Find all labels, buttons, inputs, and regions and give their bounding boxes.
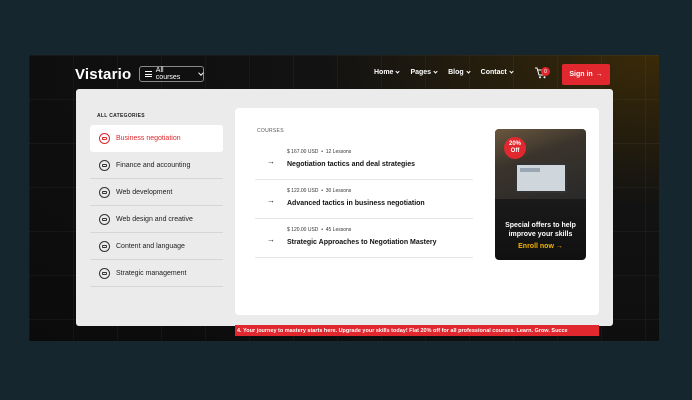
nav-label: Home — [374, 69, 394, 76]
arrow-right-icon: → — [595, 71, 603, 78]
courses-card: COURSES → $ 167.00 USD • 12 Lessons Nego… — [235, 108, 599, 315]
design-icon — [99, 213, 110, 225]
category-label: Finance and accounting — [116, 161, 191, 169]
finance-icon — [99, 159, 110, 171]
main-nav: Home Pages Blog Contact — [374, 69, 514, 76]
laptop-image — [515, 163, 567, 193]
course-title: Advanced tactics in business negotiation — [287, 200, 425, 207]
handshake-icon — [99, 132, 110, 144]
category-label: Strategic management — [116, 269, 187, 277]
course-meta: $ 167.00 USD • 12 Lessons — [287, 149, 352, 155]
category-item-content-language[interactable]: Content and language — [90, 233, 223, 260]
course-item[interactable]: → $ 122.00 USD • 30 Lessons Advanced tac… — [255, 181, 473, 219]
all-courses-label: All courses — [155, 67, 181, 81]
chevron-down-icon — [466, 69, 471, 74]
arrow-right-icon: → — [267, 196, 275, 205]
course-meta: $ 120.00 USD • 45 Lessons — [287, 227, 352, 233]
category-item-strategic-management[interactable]: Strategic management — [90, 260, 223, 287]
category-item-web-design[interactable]: Web design and creative — [90, 206, 223, 233]
category-label: Business negotiation — [116, 134, 181, 142]
management-icon — [99, 267, 110, 279]
category-label: Web development — [116, 188, 173, 196]
discount-badge: 20% Off — [504, 137, 526, 159]
arrow-right-icon: → — [267, 157, 275, 166]
course-title: Strategic Approaches to Negotiation Mast… — [287, 239, 437, 246]
course-title: Negotiation tactics and deal strategies — [287, 161, 415, 168]
category-item-web-development[interactable]: Web development — [90, 179, 223, 206]
site-logo[interactable]: Vistario — [75, 66, 131, 83]
category-list: Business negotiation Finance and account… — [90, 125, 223, 287]
category-label: Content and language — [116, 242, 185, 250]
nav-item-pages[interactable]: Pages — [410, 69, 438, 76]
menu-icon — [145, 71, 152, 77]
sign-in-label: Sign in — [569, 71, 593, 78]
category-label: Web design and creative — [116, 215, 193, 223]
arrow-right-icon: → — [555, 243, 563, 250]
chevron-down-icon — [395, 69, 401, 74]
sign-in-button[interactable]: Sign in → — [562, 64, 610, 85]
special-offer-card[interactable]: 20% Off Special offers to help improve y… — [495, 129, 586, 260]
categories-title: ALL CATEGORIES — [97, 113, 145, 119]
nav-item-blog[interactable]: Blog — [448, 69, 471, 76]
nav-label: Pages — [410, 69, 432, 76]
chevron-down-icon — [198, 70, 204, 76]
nav-item-contact[interactable]: Contact — [480, 69, 514, 76]
course-meta: $ 122.00 USD • 30 Lessons — [287, 188, 352, 194]
all-courses-dropdown[interactable]: All courses — [139, 66, 204, 82]
promo-title: Special offers to help improve your skil… — [505, 222, 576, 239]
announcement-ticker: 4. Your journey to mastery starts here. … — [235, 325, 599, 336]
cart-count-badge: 0 — [541, 67, 550, 76]
courses-label: COURSES — [257, 128, 284, 134]
mega-menu-panel: ALL CATEGORIES Business negotiation Fina… — [76, 89, 613, 336]
nav-item-home[interactable]: Home — [374, 69, 401, 76]
course-item[interactable]: → $ 167.00 USD • 12 Lessons Negotiation … — [255, 142, 473, 180]
nav-label: Blog — [448, 69, 464, 76]
ticker-text: 4. Your journey to mastery starts here. … — [237, 327, 568, 334]
category-item-business-negotiation[interactable]: Business negotiation — [90, 125, 223, 152]
nav-label: Contact — [480, 69, 507, 76]
globe-icon — [99, 186, 110, 198]
chevron-down-icon — [433, 69, 438, 74]
language-icon — [99, 240, 110, 252]
category-item-finance[interactable]: Finance and accounting — [90, 152, 223, 179]
arrow-right-icon: → — [267, 235, 275, 244]
chevron-down-icon — [509, 69, 514, 74]
hero-stage: Vistario All courses Home Pages Blog Con… — [29, 55, 659, 341]
enroll-now-link[interactable]: Enroll now → — [495, 243, 586, 250]
course-item[interactable]: → $ 120.00 USD • 45 Lessons Strategic Ap… — [255, 220, 473, 258]
